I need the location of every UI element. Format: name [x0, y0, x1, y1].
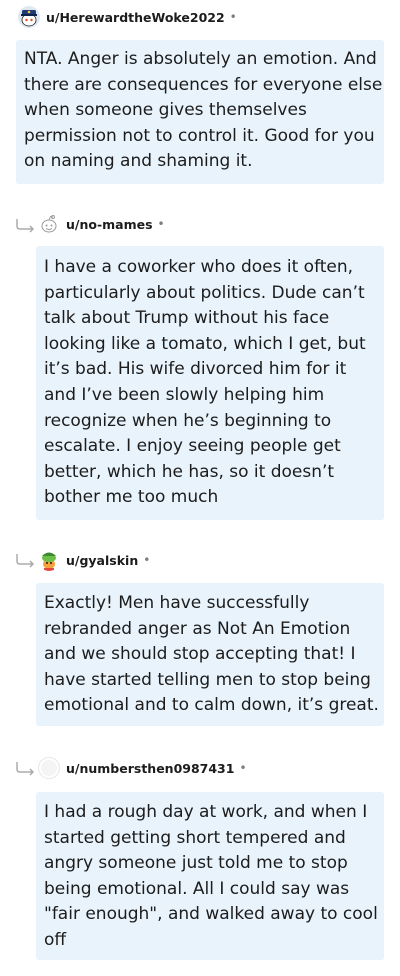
comment-body: NTA. Anger is absolutely an emotion. And… [16, 40, 384, 184]
reply-arrow-icon [16, 219, 35, 233]
default-snoo-avatar-icon[interactable] [38, 213, 60, 235]
comment-username[interactable]: u/numbersthen0987431 [66, 761, 234, 776]
comment-body: I had a rough day at work, and when I st… [36, 792, 384, 960]
separator-dot: • [143, 553, 151, 567]
comment-header: u/HerewardtheWoke2022 • [18, 5, 237, 29]
reply-arrow-icon [16, 554, 35, 568]
comment-username[interactable]: u/gyalskin [66, 553, 138, 568]
reply-arrow-icon [16, 762, 35, 776]
colorful-snoo-avatar-icon[interactable] [38, 549, 60, 571]
separator-dot: • [229, 10, 237, 24]
police-snoo-avatar-icon[interactable] [18, 6, 40, 28]
comment-body: I have a coworker who does it often, par… [36, 246, 384, 520]
comment-header: u/gyalskin • [38, 548, 150, 572]
comment-username[interactable]: u/HerewardtheWoke2022 [46, 10, 225, 25]
separator-dot: • [239, 761, 247, 775]
comment-header: u/numbersthen0987431 • [38, 756, 247, 780]
comment-body: Exactly! Men have successfully rebranded… [36, 583, 384, 726]
separator-dot: • [157, 217, 165, 231]
blank-avatar-icon[interactable] [38, 757, 60, 779]
comment-username[interactable]: u/no-mames [66, 217, 153, 232]
comment-thread: u/HerewardtheWoke2022 • NTA. Anger is ab… [0, 0, 400, 976]
comment-header: u/no-mames • [38, 212, 165, 236]
